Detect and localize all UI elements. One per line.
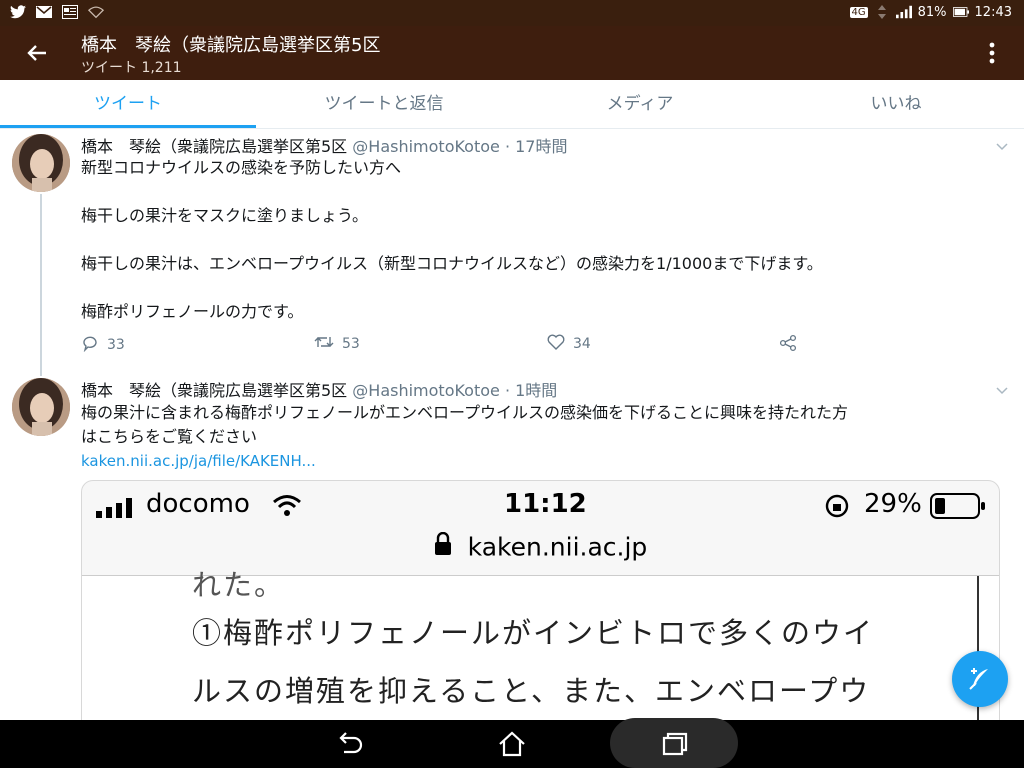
retweet-count: 53 xyxy=(342,336,360,352)
thread-line xyxy=(40,194,42,376)
overflow-menu-icon[interactable] xyxy=(982,40,1002,66)
tab-likes[interactable]: いいね xyxy=(768,80,1024,128)
clock: 12:43 xyxy=(974,4,1012,20)
nav-home-icon[interactable] xyxy=(496,728,528,760)
embedded-carrier: docomo xyxy=(146,489,250,519)
tweet-handle-time: @HashimotoKotoe · 17時間 xyxy=(352,137,568,156)
wifi-off-icon xyxy=(88,4,104,20)
share-button[interactable] xyxy=(779,334,797,356)
tweet-image[interactable]: docomo 11:12 29% kaken.nii.ac.jp れた。 ①梅酢… xyxy=(81,480,1000,720)
avatar[interactable] xyxy=(12,134,70,192)
retweet-icon xyxy=(314,334,334,354)
status-bar: 4G 81% 12:43 xyxy=(0,0,1024,26)
tweet-author-name[interactable]: 橋本 琴絵（衆議院広島選挙区第5区 xyxy=(81,381,347,400)
tweet-actions: 33 53 34 xyxy=(81,334,801,358)
like-button[interactable]: 34 xyxy=(547,334,591,354)
embedded-signal-icon xyxy=(96,495,138,525)
twitter-bird-icon xyxy=(10,4,26,20)
data-arrows-icon xyxy=(874,4,890,20)
battery-icon xyxy=(952,4,969,20)
embedded-text-fragment: れた。 xyxy=(192,568,286,602)
nav-recents-icon[interactable] xyxy=(658,728,690,760)
avatar[interactable] xyxy=(12,378,70,436)
network-type-icon: 4G xyxy=(849,6,868,18)
reply-count: 33 xyxy=(107,337,125,353)
chevron-down-icon[interactable] xyxy=(994,138,1010,154)
like-count: 34 xyxy=(573,336,591,352)
embedded-status-bar: docomo 11:12 29% xyxy=(82,481,999,529)
tweet-text: 梅の果汁に含まれる梅酢ポリフェノールがエンベロープウイルスの感染価を下げることに… xyxy=(81,403,849,446)
chevron-down-icon[interactable] xyxy=(994,382,1010,398)
embedded-text-line: ①梅酢ポリフェノールがインビトロで多くのウイ xyxy=(192,616,875,650)
gmail-icon xyxy=(36,4,52,20)
tweet-link[interactable]: kaken.nii.ac.jp/ja/file/KAKENH... xyxy=(81,452,316,470)
embedded-lock-icon xyxy=(434,531,452,562)
tab-tweets[interactable]: ツイート xyxy=(0,80,256,128)
tweet-count: ツイート 1,211 xyxy=(81,60,182,76)
reply-button[interactable]: 33 xyxy=(81,334,125,356)
tweet-author-name[interactable]: 橋本 琴絵（衆議院広島選挙区第5区 xyxy=(81,137,347,156)
embedded-document: れた。 ①梅酢ポリフェノールがインビトロで多くのウイ ルスの増殖を抑えること、ま… xyxy=(82,568,999,720)
tweet-handle-time: @HashimotoKotoe · 1時間 xyxy=(352,381,558,400)
profile-title: 橋本 琴絵（衆議院広島選挙区第5区 xyxy=(81,35,381,56)
embedded-url: kaken.nii.ac.jp xyxy=(467,532,648,562)
battery-percent: 81% xyxy=(917,4,947,20)
app-bar: 橋本 琴絵（衆議院広島選挙区第5区 ツイート 1,211 xyxy=(0,26,1024,80)
embedded-time: 11:12 xyxy=(504,489,587,519)
tab-media[interactable]: メディア xyxy=(512,80,768,128)
compose-feather-icon xyxy=(966,665,994,697)
embedded-battery-icon xyxy=(930,493,986,526)
nav-back-icon[interactable] xyxy=(334,728,366,760)
news-icon xyxy=(62,4,78,20)
tweet[interactable]: 橋本 琴絵（衆議院広島選挙区第5区 @HashimotoKotoe · 17時間… xyxy=(0,128,1024,376)
reply-icon xyxy=(81,334,99,356)
embedded-text-line: ルスの増殖を抑えること、また、エンベロープウ xyxy=(192,674,871,708)
share-icon xyxy=(779,334,797,356)
heart-icon xyxy=(547,334,565,354)
retweet-button[interactable]: 53 xyxy=(314,334,360,354)
tweet-feed[interactable]: 橋本 琴絵（衆議院広島選挙区第5区 @HashimotoKotoe · 17時間… xyxy=(0,128,1024,720)
tweet-text: 新型コロナウイルスの感染を予防したい方へ 梅干しの果汁をマスクに塗りましょう。 … xyxy=(81,158,823,321)
signal-icon xyxy=(895,4,912,20)
embedded-rotation-lock-icon xyxy=(824,493,850,526)
embedded-battery-percent: 29% xyxy=(864,489,922,519)
profile-tabs: ツイート ツイートと返信 メディア いいね xyxy=(0,80,1024,129)
tab-tweets-and-replies[interactable]: ツイートと返信 xyxy=(256,80,512,128)
compose-tweet-button[interactable] xyxy=(952,651,1008,707)
embedded-wifi-icon xyxy=(272,493,302,523)
back-arrow-icon[interactable] xyxy=(22,38,52,68)
